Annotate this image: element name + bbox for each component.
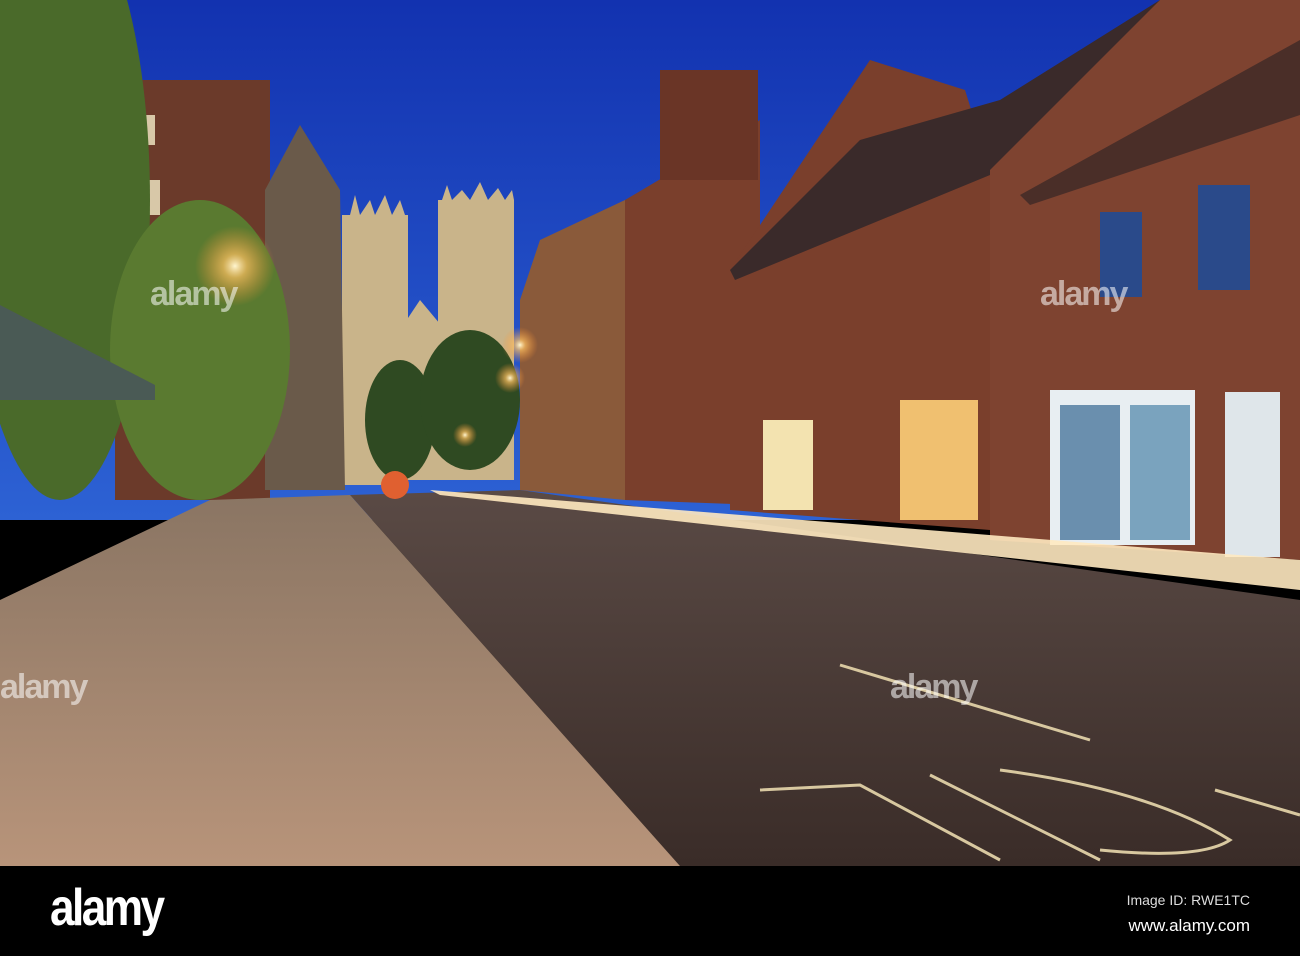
footer-bar: alamy Image ID: RWE1TC www.alamy.com (0, 866, 1300, 956)
watermark: alamy (150, 275, 238, 313)
watermark: alamy (890, 668, 978, 706)
watermark: alamy (1040, 275, 1128, 313)
alamy-logo: alamy (50, 879, 165, 937)
street-photo (0, 0, 1300, 866)
site-url: www.alamy.com (1128, 916, 1250, 935)
image-id: Image ID: RWE1TC (1126, 892, 1250, 908)
photo-frame: alamy alamy alamy alamy alamy Image ID: … (0, 0, 1300, 956)
watermark: alamy (0, 668, 88, 706)
